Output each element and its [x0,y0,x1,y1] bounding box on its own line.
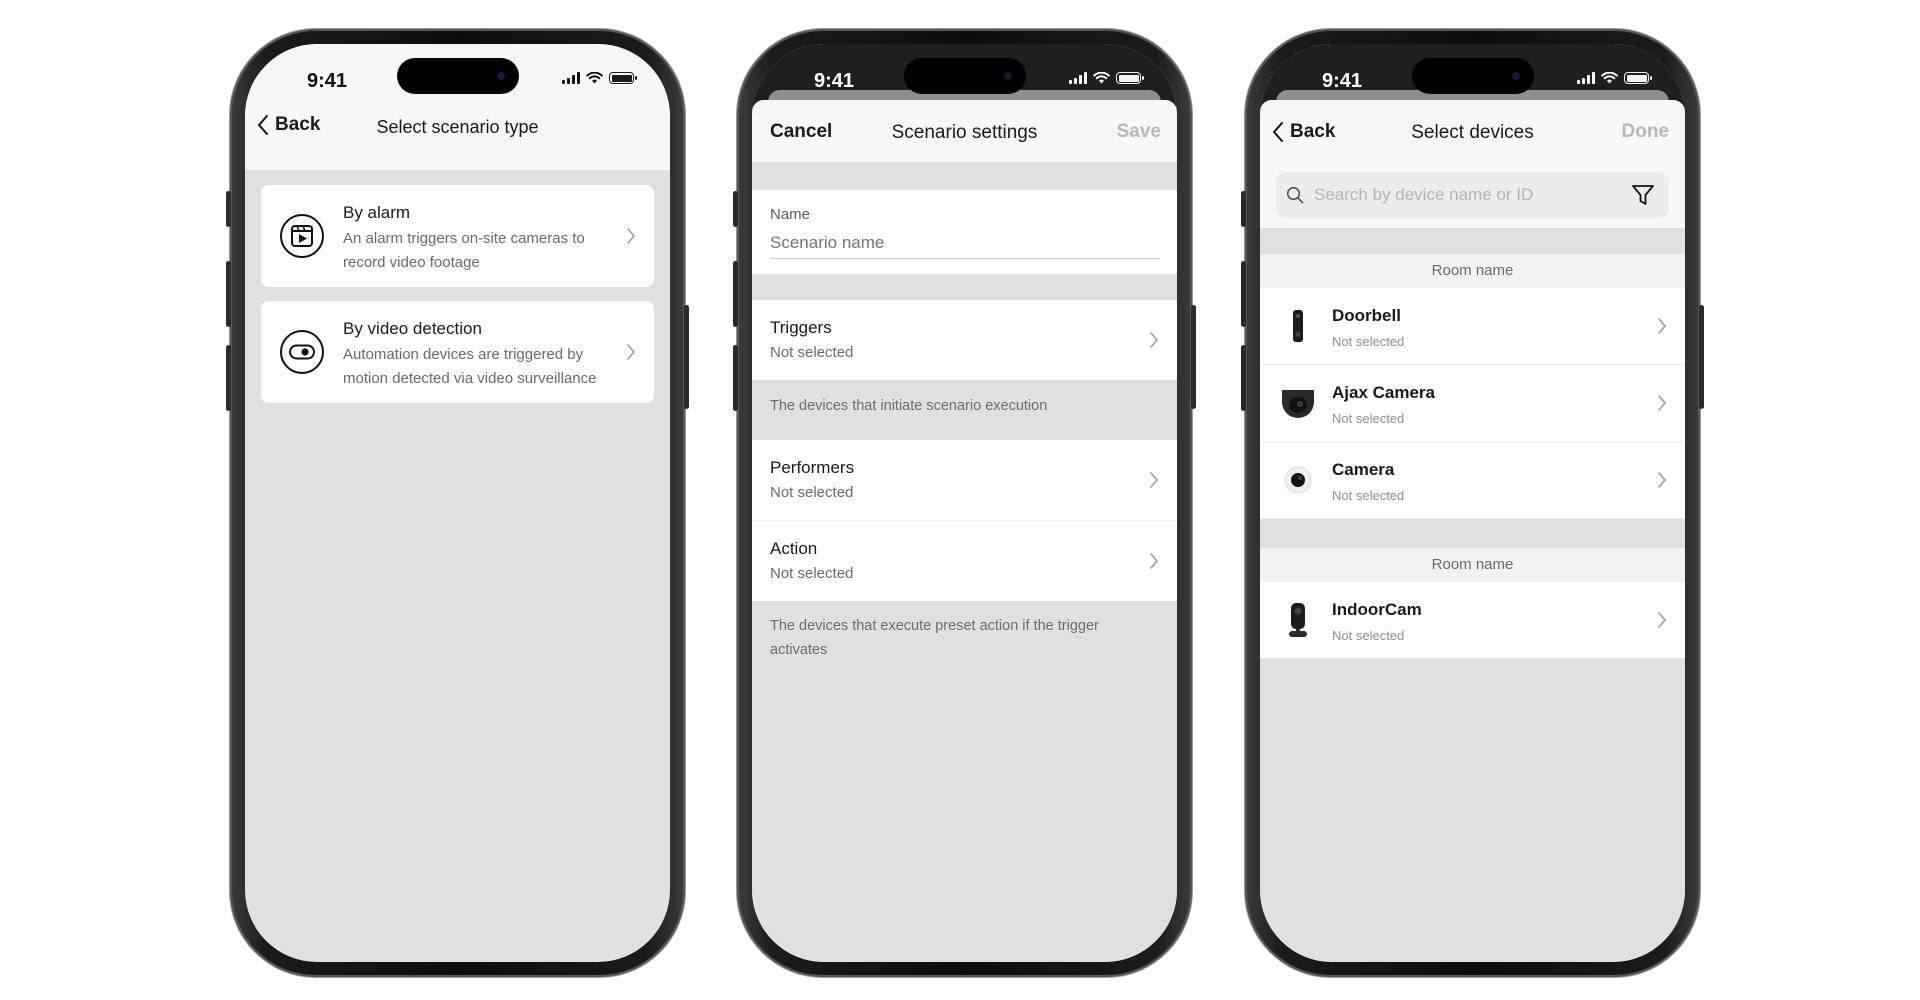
chevron-right-icon [1658,395,1667,411]
done-button[interactable]: Done [1622,121,1670,143]
screen: 9:41 Cancel Scenario settings Save Name … [752,44,1177,962]
option-description: Automation devices are triggered by moti… [343,346,597,387]
save-button[interactable]: Save [1117,121,1161,143]
battery-icon [1116,72,1144,84]
signal-icon [562,72,580,84]
device-name: Doorbell [1332,306,1401,325]
page-title: Select scenario type [376,117,539,137]
performers-label: Performers [770,458,855,477]
signal-icon [1069,72,1087,84]
device-row-ajax-camera[interactable]: Ajax Camera Not selected [1260,365,1685,442]
scenario-name-input[interactable] [770,228,1160,259]
dynamic-island [1411,58,1534,94]
device-name: Ajax Camera [1332,383,1436,402]
chevron-right-icon [627,344,636,360]
name-label: Name [770,206,811,223]
phone-select-scenario-type: 9:41 Back Select scenario type By alarm [226,29,689,977]
performers-value: Not selected [770,484,854,501]
room-header: Room name [1260,548,1685,582]
chevron-right-icon [1658,472,1667,488]
status-bar: 9:41 [752,44,1177,108]
option-by-alarm[interactable]: By alarm An alarm triggers on-site camer… [261,185,654,287]
device-row-indoorcam[interactable]: IndoorCam Not selected [1260,582,1685,658]
room-header: Room name [1260,254,1685,288]
device-name: IndoorCam [1332,600,1422,619]
action-note: The devices that execute preset action i… [770,618,1099,658]
chevron-right-icon [1150,472,1159,488]
search-icon [1286,186,1304,204]
wifi-icon [586,72,603,84]
option-by-video-detection[interactable]: By video detection Automation devices ar… [261,301,654,403]
search-input[interactable] [1314,172,1554,218]
search-bar [1276,172,1669,218]
performers-row[interactable]: Performers Not selected [752,440,1177,521]
indoor-camera-icon [1289,603,1307,637]
option-description: An alarm triggers on-site cameras to rec… [343,230,585,271]
chevron-right-icon [627,228,636,244]
screen: 9:41 Back Select devices Done Search by … [1260,44,1685,962]
chevron-right-icon [1658,318,1667,334]
device-status: Not selected [1332,411,1405,426]
status-time: 9:41 [1322,70,1363,92]
option-title: By alarm [343,203,411,222]
status-time: 9:41 [814,70,855,92]
phone-scenario-settings: 9:41 Cancel Scenario settings Save Name … [733,29,1196,977]
bullet-camera-icon [1284,466,1312,494]
wifi-icon [1601,72,1618,84]
device-status: Not selected [1332,488,1405,503]
video-play-icon [280,214,324,258]
triggers-label: Triggers [770,318,832,337]
doorbell-icon [1293,310,1303,342]
modal-sheet: Cancel Scenario settings Save Name Trigg… [752,100,1177,962]
wifi-icon [1093,72,1110,84]
status-bar: 9:41 [245,44,670,108]
triggers-row[interactable]: Triggers Not selected [752,300,1177,380]
device-row-camera[interactable]: Camera Not selected [1260,442,1685,519]
device-row-doorbell[interactable]: Doorbell Not selected [1260,288,1685,365]
dome-camera-icon [1282,390,1314,418]
page-title: Scenario settings [891,122,1038,143]
phone-select-devices: 9:41 Back Select devices Done Search by … [1241,29,1704,977]
dynamic-island [903,58,1026,94]
sheet-header: Cancel Scenario settings Save [752,100,1177,162]
modal-sheet: Back Select devices Done Room name Doorb… [1260,100,1685,962]
device-status: Not selected [1332,334,1405,349]
filter-icon[interactable] [1631,183,1655,207]
status-time: 9:41 [307,70,348,92]
action-label: Action [770,539,818,558]
option-title: By video detection [343,319,482,338]
action-value: Not selected [770,565,854,582]
action-row[interactable]: Action Not selected [752,521,1177,601]
name-field-row: Name [752,190,1177,274]
triggers-value: Not selected [770,344,854,361]
signal-icon [1577,72,1595,84]
status-bar: 9:41 [1260,44,1685,108]
eye-icon [280,330,324,374]
sheet-header: Back Select devices Done [1260,100,1685,228]
chevron-right-icon [1150,332,1159,348]
chevron-right-icon [1150,553,1159,569]
triggers-note: The devices that initiate scenario execu… [770,398,1048,414]
battery-icon [609,72,637,84]
screen: 9:41 Back Select scenario type By alarm [245,44,670,962]
dynamic-island [396,58,519,94]
chevron-right-icon [1658,612,1667,628]
device-status: Not selected [1332,628,1405,643]
battery-icon [1624,72,1652,84]
device-name: Camera [1332,460,1395,479]
